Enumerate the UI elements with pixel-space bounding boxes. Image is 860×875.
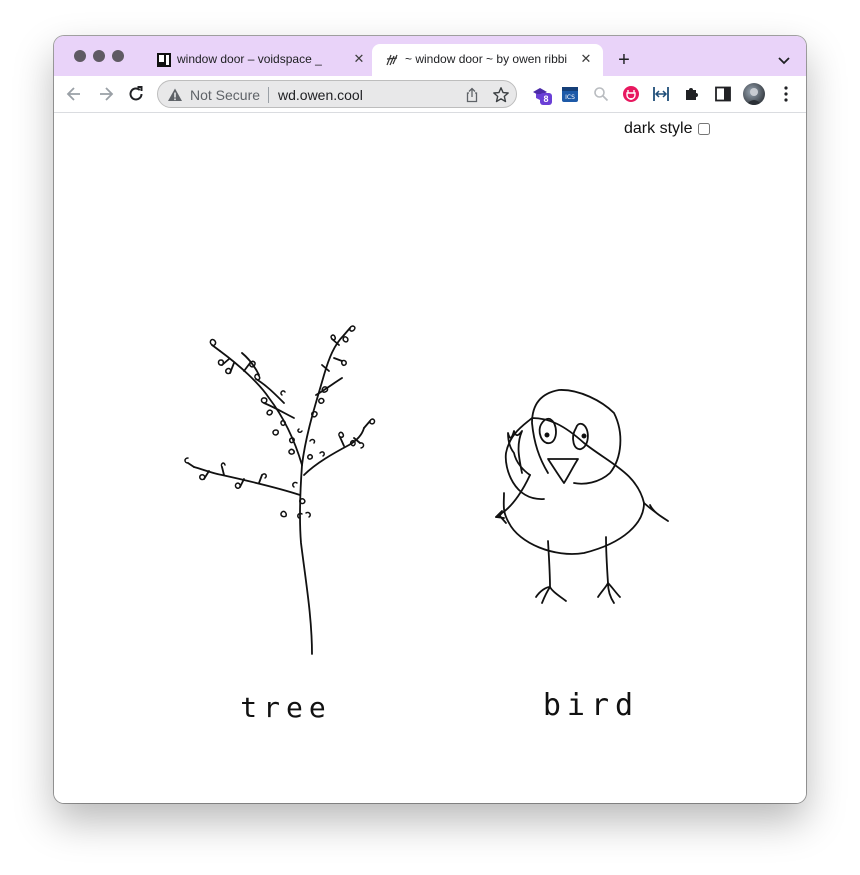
puzzle-icon[interactable] <box>683 85 701 103</box>
warning-icon[interactable] <box>167 87 183 103</box>
tab-window-door[interactable]: ~ window door ~ by owen ribbit ✕ <box>372 44 603 76</box>
security-status[interactable]: Not Secure <box>190 87 260 103</box>
url-text[interactable]: wd.owen.cool <box>278 87 363 103</box>
share-icon[interactable] <box>464 87 480 103</box>
bird-drawing[interactable] <box>495 389 669 604</box>
extension-badge: 8 <box>540 93 552 105</box>
maximize-window-button[interactable] <box>112 50 124 62</box>
magnifier-icon[interactable] <box>592 85 610 103</box>
purple-extension-icon[interactable]: 8 <box>532 85 552 105</box>
tab-strip: window door – voidspace _ ✕ ~ window doo… <box>54 36 806 76</box>
new-tab-button[interactable]: + <box>613 49 635 71</box>
tab-title: ~ window door ~ by owen ribbit <box>405 52 567 66</box>
close-window-button[interactable] <box>74 50 86 62</box>
page-content: dark style tree bird <box>54 113 806 803</box>
tab-title: window door – voidspace _ <box>177 52 322 66</box>
voidspace-favicon-icon <box>157 53 171 67</box>
tab-close-icon[interactable]: ✕ <box>577 50 595 68</box>
back-arrow-icon[interactable] <box>64 84 84 104</box>
sketch-canvas: tree bird <box>184 325 669 724</box>
reload-icon[interactable] <box>126 84 146 104</box>
browser-window: window door – voidspace _ ✕ ~ window doo… <box>54 36 806 803</box>
tab-close-icon[interactable]: ✕ <box>350 50 368 68</box>
side-panel-icon[interactable] <box>714 85 732 103</box>
profile-avatar[interactable] <box>743 83 765 105</box>
bookmark-star-icon[interactable] <box>492 86 510 104</box>
tree-drawing[interactable] <box>184 325 376 655</box>
tree-caption: tree <box>240 691 331 724</box>
avatar-image <box>746 88 762 105</box>
ics-calendar-icon[interactable]: ICS <box>561 85 579 103</box>
omnibox-divider <box>268 87 269 103</box>
tab-voidspace[interactable]: window door – voidspace _ ✕ <box>144 44 372 76</box>
chevron-down-icon[interactable] <box>776 52 792 68</box>
resize-icon[interactable] <box>652 85 670 103</box>
browser-toolbar: Not Secure wd.owen.cool 8 ICS <box>54 76 806 113</box>
scribble-favicon-icon <box>386 54 398 66</box>
minimize-window-button[interactable] <box>93 50 105 62</box>
forward-arrow-icon[interactable] <box>96 84 116 104</box>
svg-text:ICS: ICS <box>565 94 575 101</box>
bird-caption: bird <box>543 688 639 723</box>
pink-plug-icon[interactable] <box>622 85 640 103</box>
kebab-menu-icon[interactable] <box>778 84 794 104</box>
address-bar[interactable]: Not Secure wd.owen.cool <box>157 80 517 108</box>
